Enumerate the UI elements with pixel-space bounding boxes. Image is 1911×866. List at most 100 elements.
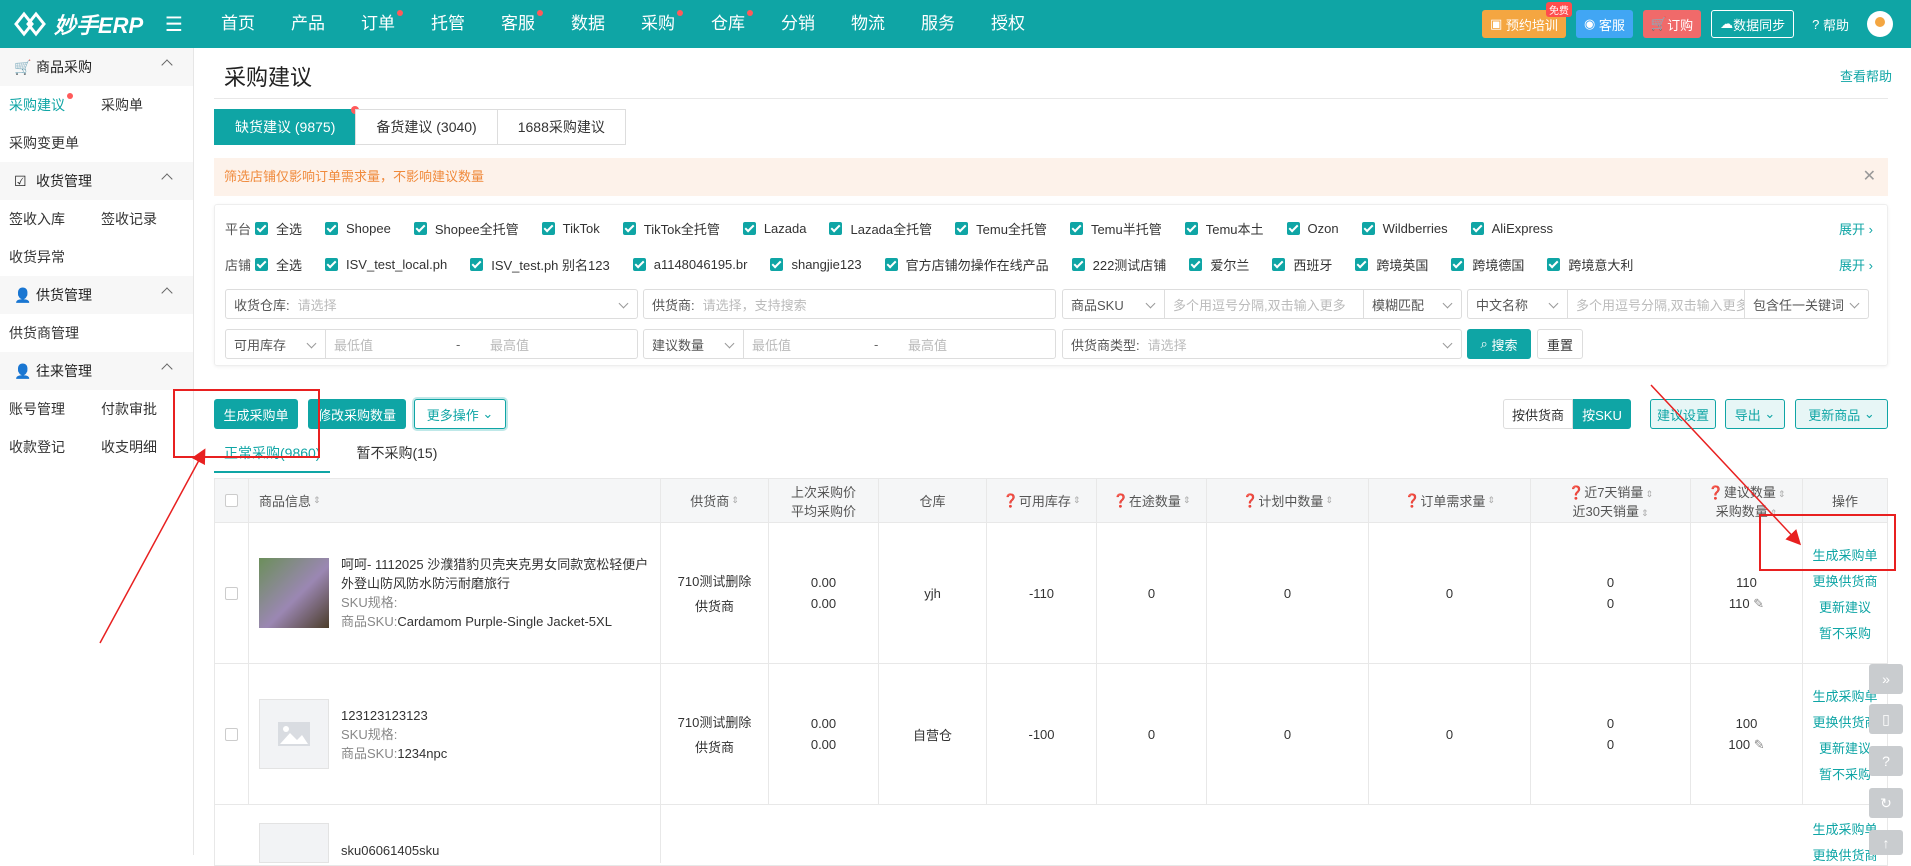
update-suggest-link[interactable]: 更新建议	[1819, 738, 1871, 757]
help-link[interactable]: 查看帮助	[1840, 66, 1892, 85]
sidebar-item-receive-exception[interactable]: 收货异常	[9, 247, 101, 267]
platform-checkbox[interactable]: Temu全托管	[955, 219, 1047, 238]
select-all-checkbox[interactable]	[225, 494, 238, 507]
tab-stocking[interactable]: 备货建议 (3040)	[355, 109, 498, 145]
group-by-supplier-button[interactable]: 按供货商	[1503, 399, 1573, 429]
order-button[interactable]: 🛒 订购	[1642, 10, 1702, 38]
match-mode-select[interactable]: 模糊匹配	[1363, 290, 1461, 318]
store-checkbox[interactable]: 跨境英国	[1355, 255, 1428, 274]
nav-warehouse[interactable]: 仓库	[693, 0, 763, 48]
store-checkbox[interactable]: shangjie123	[770, 257, 862, 272]
sidebar-item-purchase-change[interactable]: 采购变更单	[9, 133, 101, 153]
service-button[interactable]: ◉ 客服	[1575, 10, 1633, 38]
sidebar-group-supplier[interactable]: 👤 供货管理	[0, 276, 193, 314]
platform-checkbox[interactable]: Shopee全托管	[413, 219, 519, 238]
more-actions-button[interactable]: 更多操作 ⌄	[414, 399, 506, 429]
nav-distribution[interactable]: 分销	[763, 0, 833, 48]
nav-authorization[interactable]: 授权	[973, 0, 1043, 48]
supplier-select[interactable]: 供货商: 请选择，支持搜索	[643, 289, 1056, 319]
tab-shortage[interactable]: 缺货建议 (9875)	[214, 106, 360, 145]
stock-type-select[interactable]: 可用库存	[226, 330, 326, 358]
mobile-icon[interactable]: ▯	[1869, 704, 1903, 734]
group-by-sku-button[interactable]: 按SKU	[1573, 399, 1631, 429]
nav-purchase[interactable]: 采购	[623, 0, 693, 48]
refresh-icon[interactable]: ↻	[1869, 788, 1903, 818]
store-checkbox[interactable]: 222测试店铺	[1071, 255, 1166, 274]
sidebar-item-supplier-manage[interactable]: 供货商管理	[9, 323, 101, 343]
nav-services[interactable]: 服务	[903, 0, 973, 48]
tab-1688[interactable]: 1688采购建议	[496, 109, 626, 145]
store-checkbox[interactable]: 官方店铺勿操作在线产品	[884, 255, 1049, 274]
sku-search-field[interactable]: 商品SKU 多个用逗号分隔,双击输入更多 模糊匹配	[1062, 289, 1462, 319]
name-search-field[interactable]: 中文名称 多个用逗号分隔,双击输入更多 包含任一关键词	[1467, 289, 1869, 319]
feedback-icon[interactable]: ?	[1869, 746, 1903, 776]
sidebar-item-purchase-suggest[interactable]: 采购建议	[9, 93, 101, 115]
keyword-mode-select[interactable]: 包含任一关键词	[1744, 290, 1868, 318]
tab-no-purchase[interactable]: 暂不采购(15)	[346, 443, 447, 473]
store-checkbox[interactable]: 跨境德国	[1451, 255, 1524, 274]
header-available-stock[interactable]: ❓ 可用库存 ⇕	[987, 479, 1097, 522]
store-checkbox[interactable]: ISV_test_local.ph	[325, 257, 447, 272]
sidebar-item-payment-approval[interactable]: 付款审批	[101, 399, 193, 419]
warehouse-select[interactable]: 收货仓库: 请选择	[225, 289, 638, 319]
header-in-transit[interactable]: ❓ 在途数量 ⇕	[1097, 479, 1207, 522]
app-logo[interactable]: 妙手ERP	[0, 8, 165, 40]
sidebar-item-receipt-register[interactable]: 收款登记	[9, 437, 101, 457]
store-checkbox[interactable]: ISV_test.ph 别名123	[470, 255, 610, 274]
sku-type-select[interactable]: 商品SKU	[1063, 290, 1165, 318]
store-checkbox[interactable]: 爱尔兰	[1189, 255, 1249, 274]
nav-logistics[interactable]: 物流	[833, 0, 903, 48]
expand-stores-link[interactable]: 展开 ›	[1839, 255, 1873, 274]
nav-customer-service[interactable]: 客服	[483, 0, 553, 48]
sidebar-item-purchase-order[interactable]: 采购单	[101, 95, 193, 115]
header-suggest-qty[interactable]: ❓建议数量 ⇕ 采购数量 ⇕	[1691, 479, 1803, 522]
store-checkbox[interactable]: 全选	[255, 255, 302, 274]
platform-checkbox[interactable]: Wildberries	[1361, 221, 1448, 236]
pause-purchase-link[interactable]: 暂不采购	[1819, 623, 1871, 642]
avatar[interactable]	[1867, 11, 1893, 37]
training-button[interactable]: ▣ 预约培训 免费	[1482, 2, 1572, 38]
generate-po-button[interactable]: 生成采购单	[214, 399, 298, 429]
double-chevron-right-icon[interactable]: »	[1869, 664, 1903, 694]
platform-checkbox[interactable]: Lazada	[742, 221, 806, 236]
platform-checkbox[interactable]: Shopee	[325, 221, 391, 236]
sync-button[interactable]: ☁ 数据同步	[1711, 10, 1795, 38]
platform-checkbox[interactable]: Temu半托管	[1069, 219, 1162, 238]
close-icon[interactable]: ✕	[1863, 158, 1876, 196]
header-sales[interactable]: ❓近7天销量 ⇕ 近30天销量 ⇕	[1531, 479, 1691, 522]
generate-po-link[interactable]: 生成采购单	[1812, 686, 1877, 705]
generate-po-link[interactable]: 生成采购单	[1812, 545, 1877, 564]
image-placeholder-icon[interactable]	[259, 699, 329, 769]
suggest-type-select[interactable]: 建议数量	[644, 330, 744, 358]
product-title[interactable]: sku06061405sku	[341, 823, 439, 858]
sidebar-group-accounts[interactable]: 👤 往来管理	[0, 352, 193, 390]
sidebar-item-income-expense[interactable]: 收支明细	[101, 437, 193, 457]
platform-checkbox[interactable]: 全选	[255, 219, 302, 238]
generate-po-link[interactable]: 生成采购单	[1812, 819, 1877, 838]
store-checkbox[interactable]: a1148046195.br	[632, 257, 747, 272]
store-checkbox[interactable]: 跨境意大利	[1547, 255, 1633, 274]
image-placeholder-icon[interactable]	[259, 823, 329, 863]
edit-icon[interactable]: ✎	[1753, 596, 1764, 611]
platform-checkbox[interactable]: TikTok全托管	[622, 219, 720, 238]
supplier-type-select[interactable]: 供货商类型: 请选择	[1062, 329, 1462, 359]
row-checkbox[interactable]	[225, 727, 238, 741]
change-supplier-link[interactable]: 更换供货商	[1812, 571, 1877, 590]
stock-range-field[interactable]: 可用库存 最低值 - 最高值	[225, 329, 638, 359]
update-products-button[interactable]: 更新商品 ⌄	[1795, 399, 1888, 429]
store-checkbox[interactable]: 西班牙	[1272, 255, 1332, 274]
help-button[interactable]: ? 帮助	[1804, 10, 1857, 38]
product-image[interactable]	[259, 558, 329, 628]
sidebar-item-account-manage[interactable]: 账号管理	[9, 399, 101, 419]
sidebar-item-receive-stock[interactable]: 签收入库	[9, 209, 101, 229]
suggest-range-field[interactable]: 建议数量 最低值 - 最高值	[643, 329, 1056, 359]
platform-checkbox[interactable]: TikTok	[541, 221, 600, 236]
nav-hosting[interactable]: 托管	[413, 0, 483, 48]
sidebar-item-receive-record[interactable]: 签收记录	[101, 209, 193, 229]
nav-products[interactable]: 产品	[273, 0, 343, 48]
header-planned[interactable]: ❓ 计划中数量 ⇕	[1207, 479, 1369, 522]
header-supplier[interactable]: 供货商 ⇕	[661, 479, 769, 522]
platform-checkbox[interactable]: AliExpress	[1470, 221, 1553, 236]
suggest-settings-button[interactable]: 建议设置	[1650, 399, 1716, 429]
name-type-select[interactable]: 中文名称	[1468, 290, 1568, 318]
